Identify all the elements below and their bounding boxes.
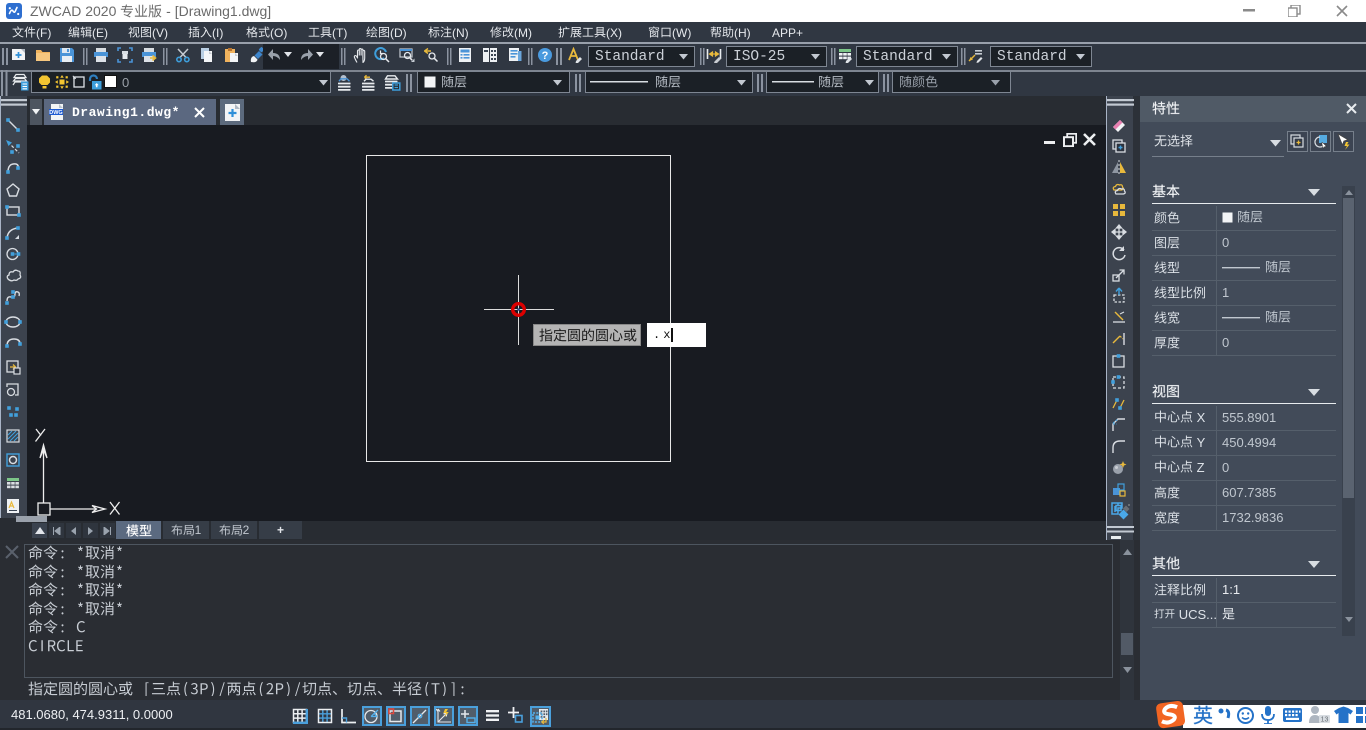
svg-text:DWG: DWG (49, 110, 62, 116)
svg-text:13: 13 (1321, 717, 1329, 724)
svg-text:?: ? (542, 50, 549, 62)
